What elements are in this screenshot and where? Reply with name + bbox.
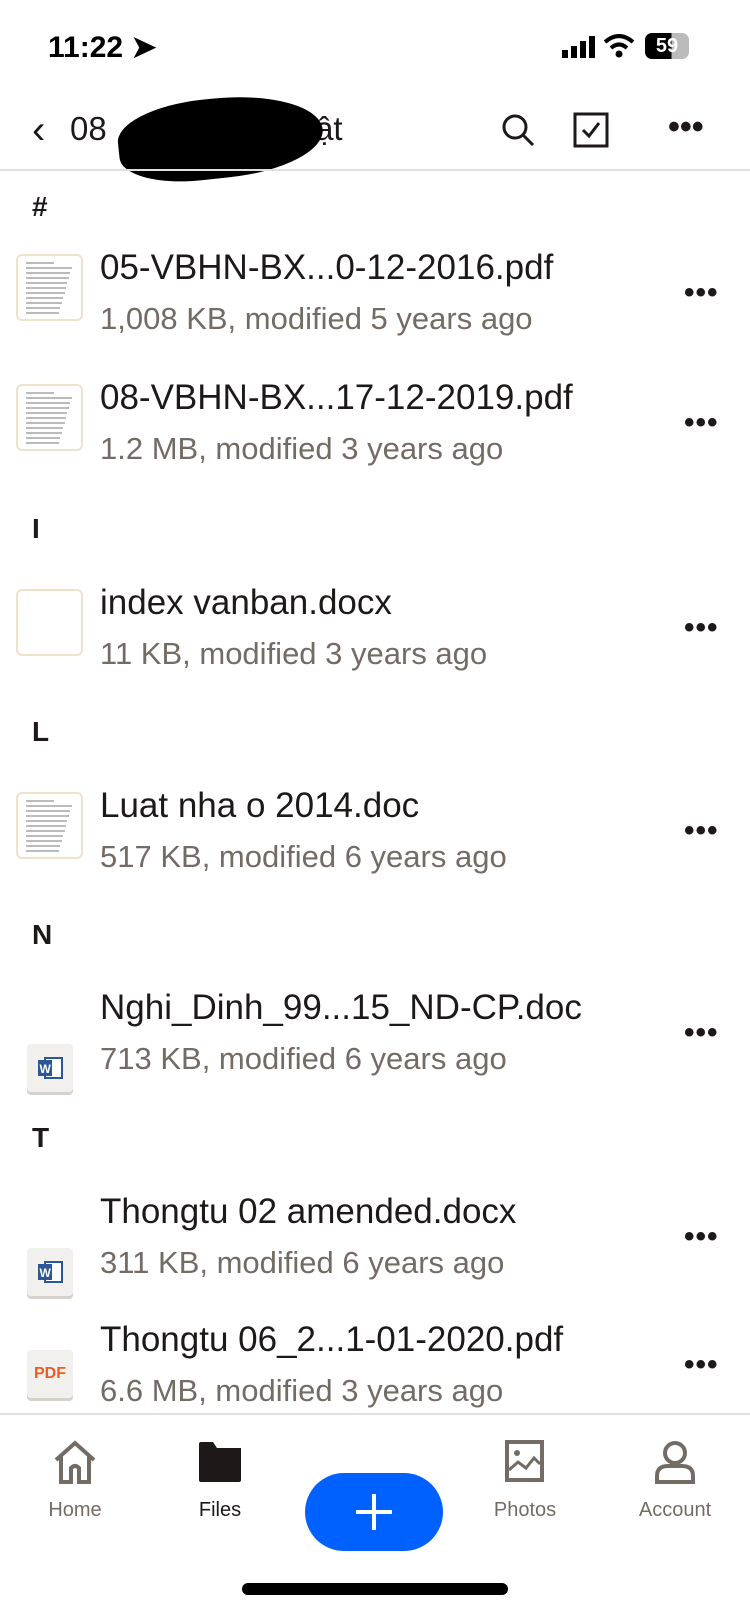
- file-meta: 1,008 KB, modified 5 years ago: [100, 301, 533, 336]
- more-options-button[interactable]: •••: [668, 108, 704, 147]
- file-more-button[interactable]: •••: [684, 276, 719, 310]
- file-more-button[interactable]: •••: [684, 1016, 719, 1050]
- redaction: [114, 87, 327, 189]
- svg-text:W: W: [40, 1062, 52, 1076]
- pdf-icon: PDF: [27, 1350, 73, 1398]
- home-icon: [54, 1440, 96, 1484]
- plus-icon: [356, 1494, 392, 1530]
- svg-text:W: W: [40, 1266, 52, 1280]
- file-name: Thongtu 02 amended.docx: [100, 1192, 517, 1231]
- blank-thumbnail-icon: [16, 589, 83, 656]
- file-meta: 6.6 MB, modified 3 years ago: [100, 1373, 504, 1408]
- word-icon: W: [27, 1248, 73, 1296]
- file-meta: 517 KB, modified 6 years ago: [100, 839, 507, 874]
- home-indicator: [242, 1583, 508, 1595]
- file-meta: 311 KB, modified 6 years ago: [100, 1245, 505, 1280]
- document-thumbnail-icon: [16, 792, 83, 859]
- section-header: I: [32, 513, 40, 544]
- file-name: index vanban.docx: [100, 583, 392, 622]
- select-checkbox-icon[interactable]: [573, 112, 609, 148]
- file-more-button[interactable]: •••: [684, 814, 719, 848]
- create-button[interactable]: [305, 1473, 443, 1551]
- section-header: #: [32, 191, 48, 222]
- photos-icon: [505, 1440, 544, 1482]
- file-more-button[interactable]: •••: [684, 406, 719, 440]
- battery-indicator: 59: [645, 33, 689, 59]
- tab-label: Photos: [493, 1499, 557, 1521]
- status-time: 11:22 ➤: [48, 30, 157, 65]
- time: 11:22: [48, 31, 124, 64]
- file-name: Thongtu 06_2...1-01-2020.pdf: [100, 1320, 564, 1359]
- search-icon[interactable]: [500, 112, 536, 148]
- location-icon: ➤: [131, 31, 157, 64]
- folder-icon: [199, 1442, 241, 1482]
- header-divider: [0, 169, 750, 171]
- file-name: 05-VBHN-BX...0-12-2016.pdf: [100, 248, 554, 287]
- file-meta: 713 KB, modified 6 years ago: [100, 1041, 507, 1076]
- file-meta: 1.2 MB, modified 3 years ago: [100, 431, 504, 466]
- document-thumbnail-icon: [16, 384, 83, 451]
- section-header: T: [32, 1122, 50, 1153]
- file-name: Luat nha o 2014.doc: [100, 786, 420, 825]
- account-icon: [655, 1441, 695, 1484]
- back-button[interactable]: ‹: [32, 108, 45, 153]
- tab-photos[interactable]: Photos: [455, 1440, 595, 1522]
- file-more-button[interactable]: •••: [684, 1348, 719, 1382]
- tab-label: Files: [198, 1499, 242, 1521]
- tab-label: Account: [638, 1499, 712, 1521]
- tab-account[interactable]: Account: [605, 1440, 745, 1522]
- signal-icon: [562, 36, 595, 58]
- file-name: Nghi_Dinh_99...15_ND-CP.doc: [100, 988, 582, 1027]
- file-meta: 11 KB, modified 3 years ago: [100, 636, 488, 671]
- document-thumbnail-icon: [16, 254, 83, 321]
- section-header: L: [32, 716, 50, 747]
- title-start: 08: [70, 110, 107, 147]
- wifi-icon: [603, 34, 635, 58]
- tab-home[interactable]: Home: [5, 1440, 145, 1522]
- file-more-button[interactable]: •••: [684, 611, 719, 645]
- file-name: 08-VBHN-BX...17-12-2019.pdf: [100, 378, 573, 417]
- tabbar-divider: [0, 1413, 750, 1415]
- tab-label: Home: [48, 1499, 102, 1521]
- word-icon: W: [27, 1044, 73, 1092]
- tab-files[interactable]: Files: [150, 1440, 290, 1522]
- section-header: N: [32, 919, 53, 950]
- file-more-button[interactable]: •••: [684, 1220, 719, 1254]
